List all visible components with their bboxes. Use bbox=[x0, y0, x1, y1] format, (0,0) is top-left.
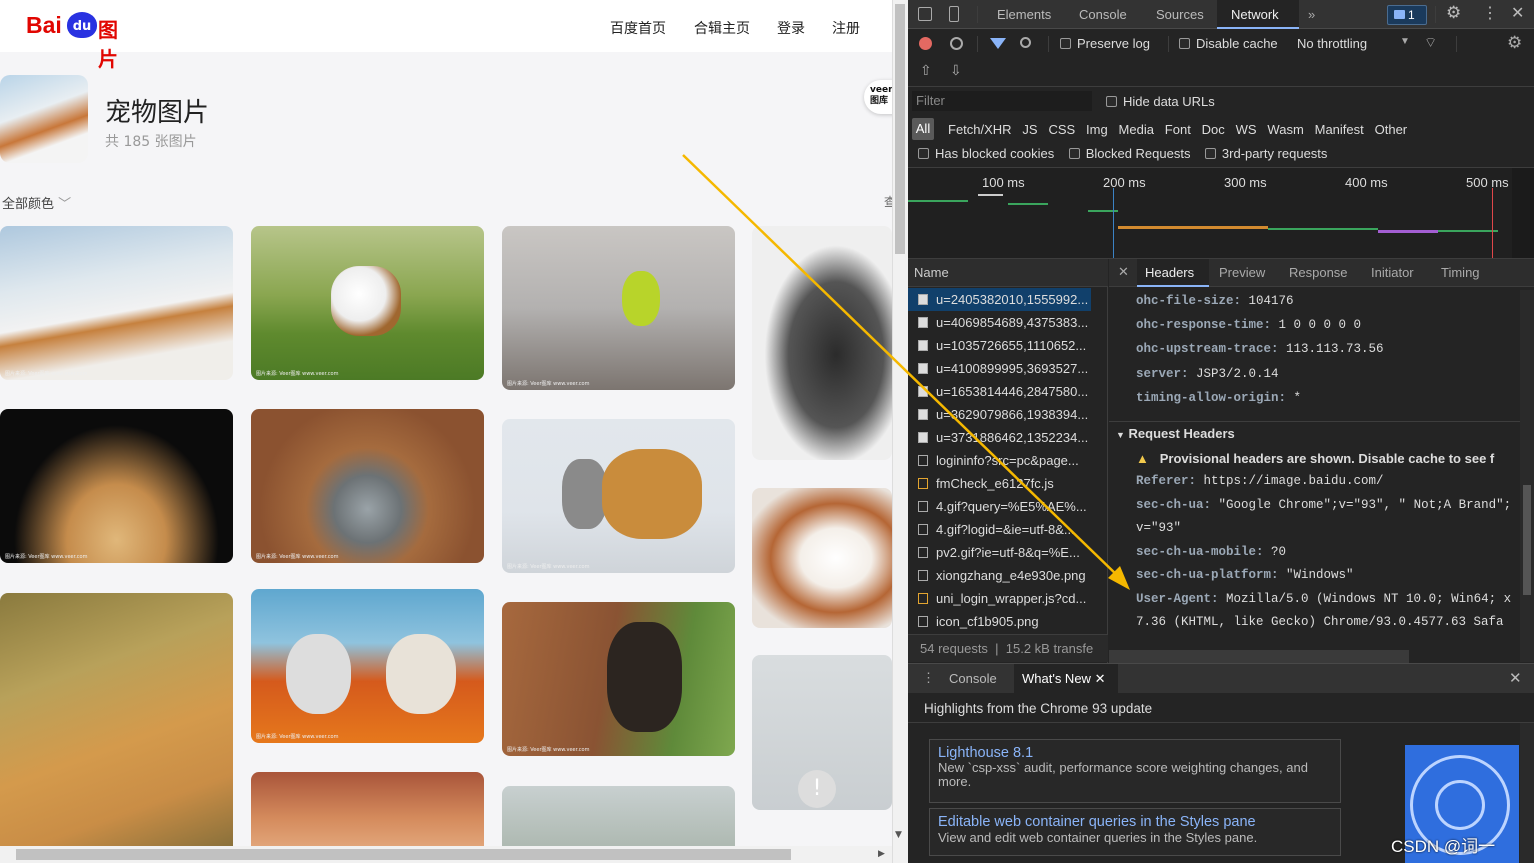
annotation-arrow bbox=[682, 154, 1130, 590]
arrow-line bbox=[682, 154, 1121, 579]
